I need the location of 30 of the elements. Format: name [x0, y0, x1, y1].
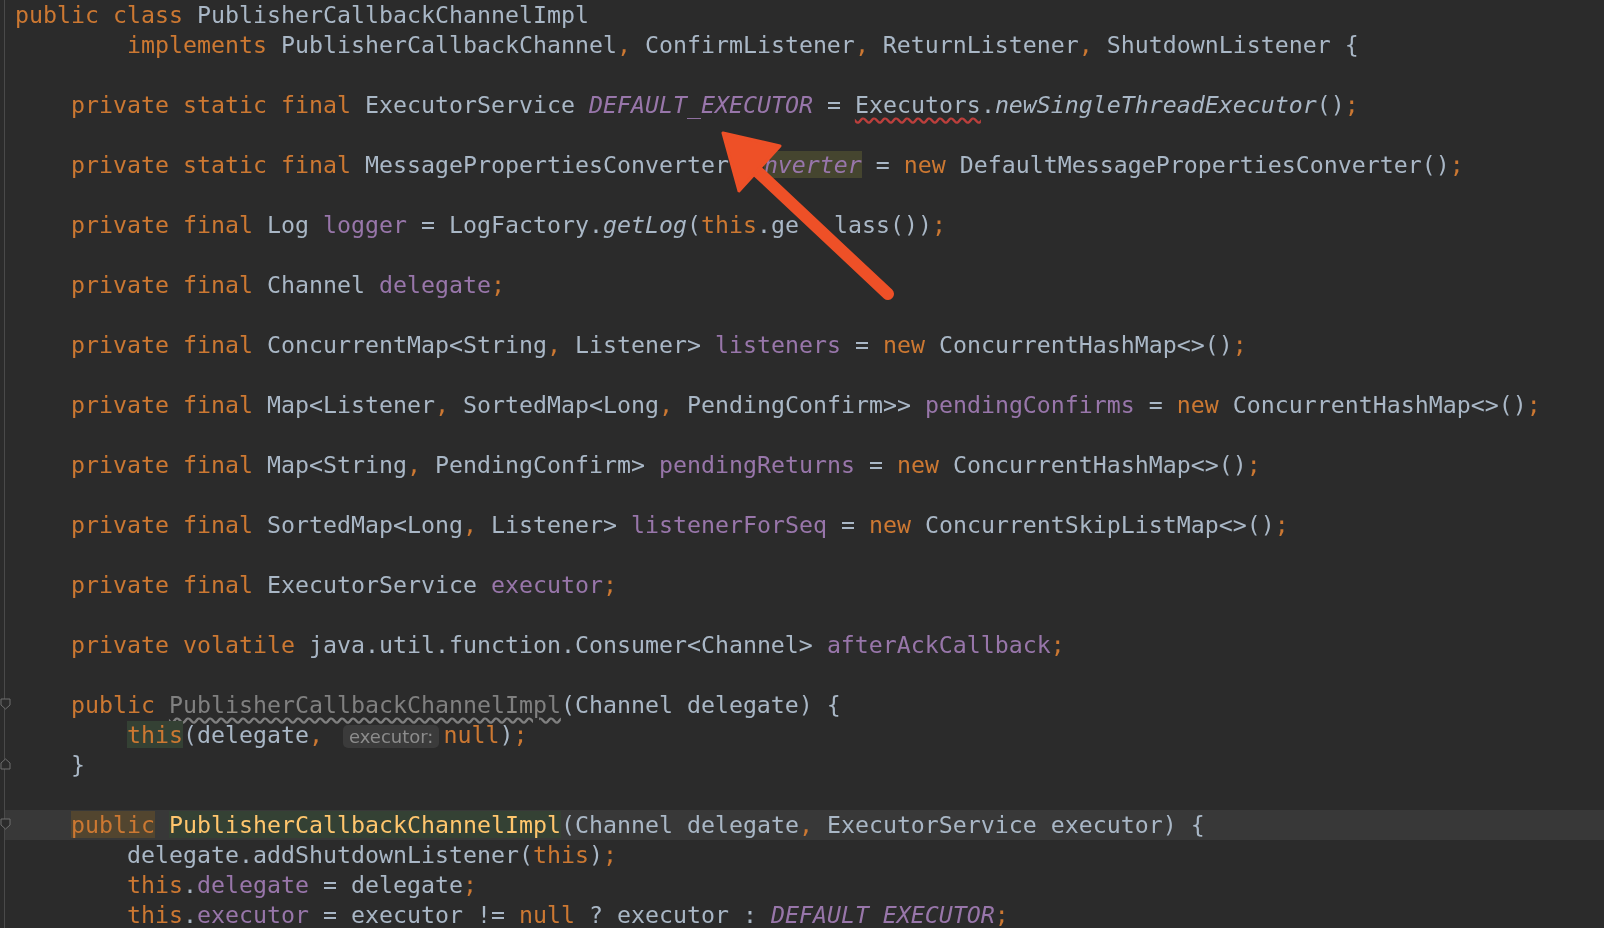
code-text: public PublisherCallbackChannelImpl(Channel delegate) { [71, 691, 841, 718]
code-text: implements PublisherCallbackChannel, ConfirmListener, ReturnListener, ShutdownListener { [126, 31, 1359, 58]
highlighted-code: nverter [763, 151, 862, 178]
fold-icon[interactable] [0, 818, 11, 830]
code-text: private final Log logger = LogFactory.getLog(this.ge [71, 211, 799, 238]
code-text: private final ConcurrentMap<String, Listener> listeners = new ConcurrentHashMap<>(); [71, 331, 1247, 358]
code-text: (Channel delegate, ExecutorService executor) { [560, 811, 1205, 838]
code-text: public class PublisherCallbackChannelImpl [15, 1, 589, 28]
code-text: this.executor = executor != null ? executor : DEFAULT_EXECUTOR; [126, 901, 1009, 928]
code-text: private final SortedMap<Long, Listener> listenerForSeq = new ConcurrentSkipListMap<>(); [71, 511, 1289, 538]
code-text: } [71, 751, 85, 778]
code-text: private volatile java.util.function.Consumer<Channel> afterAckCallback; [71, 631, 1065, 658]
code-text: (delegate, [182, 721, 324, 748]
code-text: private final ExecutorService executor; [71, 571, 617, 598]
code-text: this.delegate = delegate; [126, 871, 477, 898]
code-text: private final Map<Listener, SortedMap<Long, PendingConfirm>> pendingConfirms = new ConcurrentHashMap<>(); [71, 391, 1541, 418]
fold-icon[interactable] [0, 698, 11, 710]
code-text: private final Map<String, PendingConfirm> pendingReturns = new ConcurrentHashMap<>(); [71, 451, 1261, 478]
code-text: private static final MessagePropertiesConverter [71, 151, 729, 178]
code-text: delegate.addShutdownListener(this); [126, 841, 617, 868]
code-text: lass()); [833, 211, 946, 238]
highlighted-code: PublisherCallbackChannelImpl [169, 811, 561, 838]
code-text: null); [443, 721, 528, 748]
code-text: = new DefaultMessagePropertiesConverter(); [874, 151, 1464, 178]
parameter-hint: executor: [342, 725, 440, 748]
highlighted-code: this [126, 721, 183, 748]
code-text: private static final ExecutorService DEFAULT_EXECUTOR = Executors.newSingleThreadExecutor(); [71, 91, 1359, 118]
code-text: private final Channel delegate; [71, 271, 505, 298]
highlighted-code: public [71, 811, 155, 838]
fold-end-icon[interactable] [0, 758, 11, 770]
